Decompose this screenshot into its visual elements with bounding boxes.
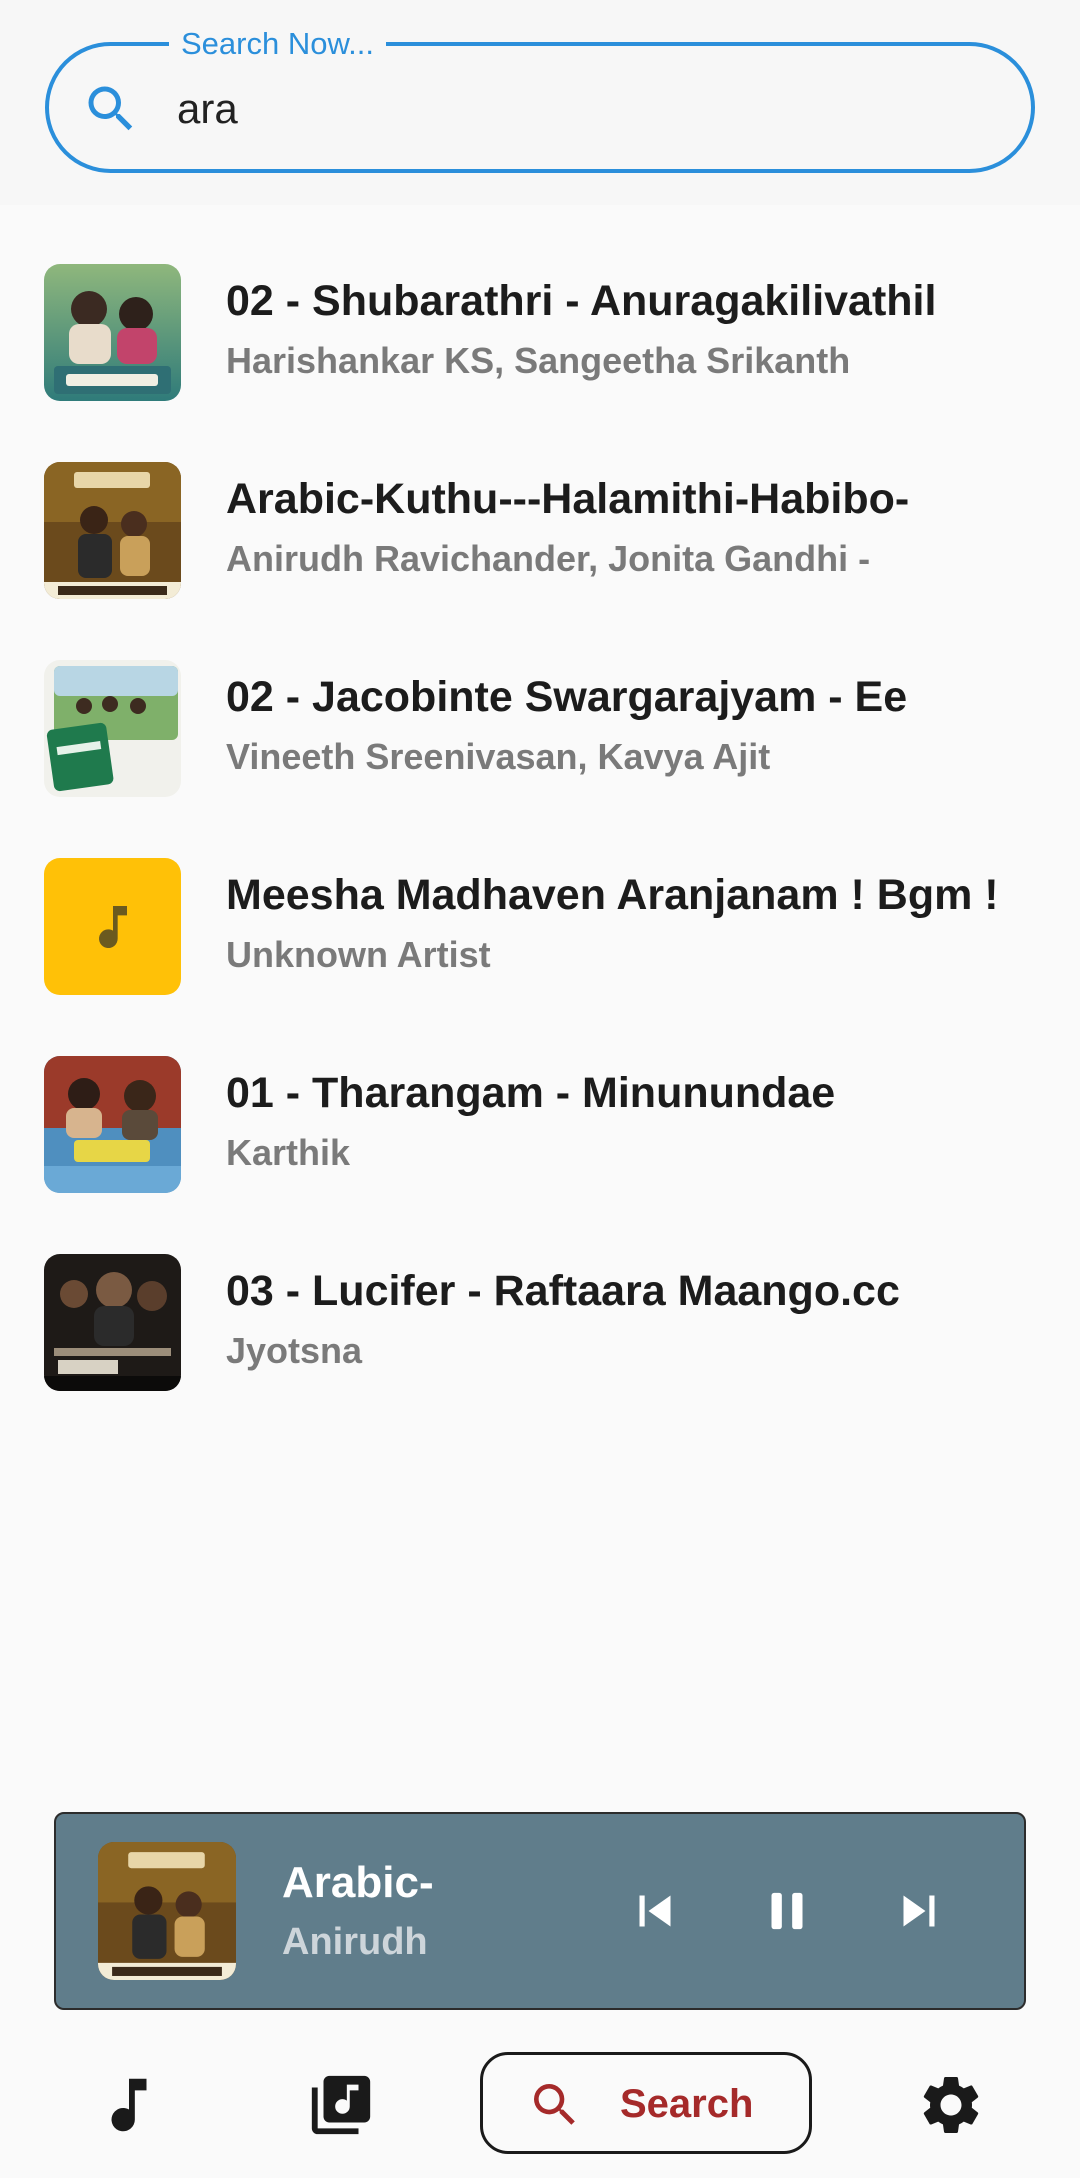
search-bar-container: Search Now... ara — [0, 0, 1080, 205]
song-artist: Anirudh Ravichander, Jonita Gandhi - — [226, 538, 871, 579]
search-icon — [88, 86, 133, 131]
nav-search-button[interactable]: Search — [480, 2052, 812, 2154]
song-artist: Karthik — [226, 1132, 351, 1173]
song-title: Meesha Madhaven Aranjanam ! Bgm ! — [226, 871, 999, 919]
settings-icon[interactable] — [916, 2070, 986, 2140]
album-art — [44, 264, 181, 401]
song-artist: Vineeth Sreenivasan, Kavya Ajit — [226, 736, 771, 777]
album-art — [44, 462, 181, 599]
song-row[interactable]: 02 - Jacobinte Swargarajyam - Ee Vineeth… — [0, 636, 1080, 834]
bottom-navigation: Search — [0, 2040, 1080, 2178]
song-row[interactable]: 02 - Shubarathri - Anuragakilivathil Har… — [0, 240, 1080, 438]
song-title: 02 - Shubarathri - Anuragakilivathil — [226, 277, 937, 325]
album-art — [44, 660, 181, 797]
now-playing-art — [98, 1842, 236, 1980]
search-input[interactable]: ara — [177, 82, 238, 136]
song-row[interactable]: 01 - Tharangam - Minunundae Karthik — [0, 1032, 1080, 1230]
song-artist: Harishankar KS, Sangeetha Srikanth — [226, 340, 851, 381]
song-artist: Jyotsna — [226, 1330, 363, 1371]
search-label: Search Now... — [169, 26, 386, 62]
song-title: 02 - Jacobinte Swargarajyam - Ee — [226, 673, 908, 721]
skip-previous-icon[interactable] — [624, 1880, 686, 1942]
music-note-icon[interactable] — [94, 2070, 164, 2140]
mini-player[interactable]: Arabic- Anirudh — [54, 1812, 1026, 2010]
song-row[interactable]: Meesha Madhaven Aranjanam ! Bgm ! Unknow… — [0, 834, 1080, 1032]
song-title: 03 - Lucifer - Raftaara Maango.cc — [226, 1267, 900, 1315]
song-row[interactable]: Arabic-Kuthu---Halamithi-Habibo- Anirudh… — [0, 438, 1080, 636]
song-artist: Unknown Artist — [226, 934, 491, 975]
search-icon — [534, 2084, 575, 2125]
song-title: 01 - Tharangam - Minunundae — [226, 1069, 836, 1117]
library-music-icon[interactable] — [306, 2070, 376, 2140]
music-note-icon — [98, 905, 127, 948]
now-playing-artist: Anirudh — [282, 1921, 428, 1963]
song-title: Arabic-Kuthu---Halamithi-Habibo- — [226, 475, 910, 523]
album-art — [44, 1254, 181, 1391]
song-row[interactable]: 03 - Lucifer - Raftaara Maango.cc Jyotsn… — [0, 1230, 1080, 1428]
search-field[interactable]: Search Now... ara — [45, 26, 1035, 173]
now-playing-title: Arabic- — [282, 1858, 434, 1907]
song-list: 02 - Shubarathri - Anuragakilivathil Har… — [0, 240, 1080, 1428]
album-art-placeholder — [44, 858, 181, 995]
album-art — [44, 1056, 181, 1193]
nav-search-label: Search — [620, 2082, 754, 2126]
pause-icon[interactable] — [756, 1880, 818, 1942]
skip-next-icon[interactable] — [888, 1880, 950, 1942]
